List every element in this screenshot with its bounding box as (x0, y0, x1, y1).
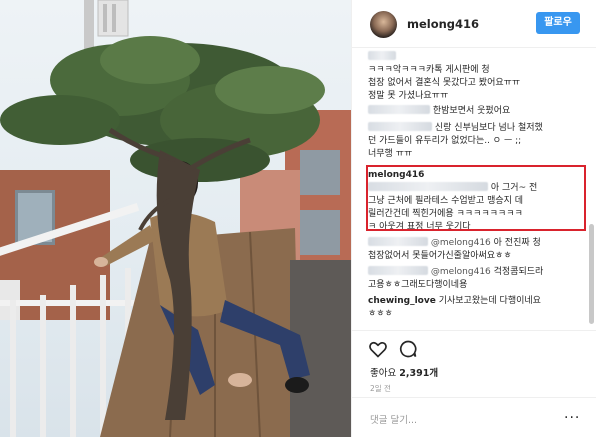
comment-text: 한밤보면서 웃펐어요 (432, 106, 511, 116)
comment-input[interactable]: 댓글 달기... (370, 412, 417, 426)
comment-text: ㅋㅋㅋ악ㅋㅋㅋ카톡 게시판에 청 첩장 없어서 결혼식 못갔다고 봤어요ㅠㅠ 정… (368, 65, 521, 101)
blurred-username (368, 122, 432, 131)
post-photo[interactable] (0, 0, 351, 437)
blurred-username (368, 51, 396, 60)
blurred-username (368, 237, 428, 246)
likes-count[interactable]: 좋아요 2,391개 (370, 365, 438, 379)
post-timestamp: 2일 전 (370, 384, 391, 393)
comment-username[interactable]: chewing_love (368, 296, 436, 306)
mention-link[interactable]: @melong416 (431, 267, 491, 277)
post-actions: 좋아요 2,391개 2일 전 댓글 달기... ··· (352, 330, 596, 437)
comment-input-row: 댓글 달기... ··· (352, 397, 596, 437)
comment-list[interactable]: ㅋㅋㅋ악ㅋㅋㅋ카톡 게시판에 청 첩장 없어서 결혼식 못갔다고 봤어요ㅠㅠ 정… (352, 49, 596, 328)
mention-link[interactable]: @melong416 (431, 238, 491, 248)
post-author-username[interactable]: melong416 (407, 17, 479, 31)
follow-button[interactable]: 팔로우 (536, 12, 580, 34)
comment-icon[interactable] (398, 339, 418, 359)
comment-item: 한밤보면서 웃펐어요 (368, 105, 582, 118)
comment-item: ㅋㅋㅋ악ㅋㅋㅋ카톡 게시판에 청 첩장 없어서 결혼식 못갔다고 봤어요ㅠㅠ 정… (368, 51, 582, 103)
avatar[interactable] (370, 11, 397, 38)
comment-item: chewing_love 기사보고왔는데 다행이네요 ㅎㅎㅎ (368, 296, 541, 319)
blurred-username (368, 266, 428, 275)
comment-item: @melong416 아 전진짜 청 첩장없어서 못들어가신줄알아써요ㅎㅎ (368, 237, 541, 261)
post-header: melong416 팔로우 (352, 0, 596, 48)
comment-item: @melong416 걱정콤되드라 고용ㅎㅎ그래도다행이네용 (368, 266, 544, 290)
highlight-box (366, 165, 586, 231)
photo-illustration (0, 0, 351, 437)
post-sidebar: melong416 팔로우 ㅋㅋㅋ악ㅋㅋㅋ카톡 게시판에 청 첩장 없어서 결혼… (351, 0, 596, 437)
comment-scrollbar[interactable] (589, 224, 594, 324)
comment-item: 신랑 신부님보다 넘나 철저했 던 가드들이 유두리가 없었다는.. ㅇ ㅡ ;… (368, 122, 543, 159)
blurred-username (368, 105, 430, 114)
heart-icon[interactable] (368, 339, 388, 359)
more-options-icon[interactable]: ··· (564, 410, 580, 426)
